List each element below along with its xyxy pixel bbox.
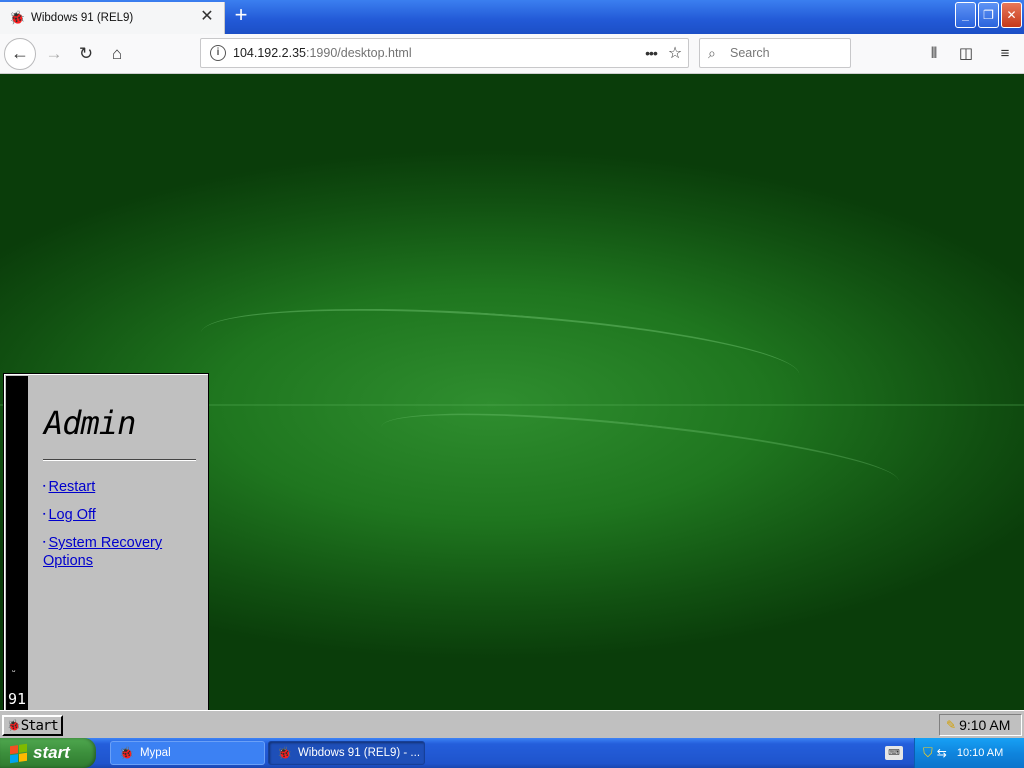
restart-link[interactable]: ▪ Restart — [43, 478, 193, 496]
minimize-button[interactable]: _ — [955, 2, 976, 28]
pencil-icon[interactable]: ✎ — [946, 718, 956, 732]
wibdows-taskbar: 🐞 Start ✎ 9:10 AM — [0, 710, 1024, 738]
url-path: :1990/desktop.html — [306, 46, 412, 60]
url-text[interactable]: 104.192.2.35:1990/desktop.html — [233, 46, 640, 60]
taskbar-item-wibdows[interactable]: 🐞 Wibdows 91 (REL9) - ... — [268, 741, 425, 765]
wibdows-clock: 9:10 AM — [959, 717, 1011, 733]
tab-title: Wibdows 91 (REL9) — [31, 12, 134, 24]
search-input[interactable] — [730, 46, 840, 60]
xp-clock: 10:10 AM — [956, 747, 1004, 759]
start-menu: ᵕ 91 Admin ▪ Restart ▪ Log Off ▪ System Rec… — [3, 373, 209, 713]
bullet-icon: ▪ — [43, 539, 46, 546]
keyboard-icon[interactable]: ⌨ — [885, 746, 903, 760]
wallpaper-swoosh — [197, 293, 803, 415]
security-shield-icon[interactable]: ⛉ — [923, 745, 933, 761]
flag-square — [19, 752, 27, 762]
browser-titlebar: 🐞 Wibdows 91 (REL9) ✕ + _ ❐ ✕ — [0, 0, 1024, 34]
search-box[interactable]: ⌕ — [699, 38, 851, 68]
xp-start-label: start — [33, 743, 70, 762]
wibdows-logo-icon: 🐞 — [7, 719, 21, 732]
close-window-button[interactable]: ✕ — [1001, 2, 1022, 28]
windows-flag-icon — [10, 743, 27, 763]
xp-system-tray: ⛉ ⇆ 10:10 AM — [914, 738, 1024, 768]
forward-button[interactable]: → — [42, 42, 66, 66]
library-icon[interactable]: ⫴ — [922, 42, 946, 66]
new-tab-button[interactable]: + — [230, 4, 252, 28]
log-off-link[interactable]: ▪ Log Off — [43, 506, 193, 524]
close-tab-icon[interactable]: ✕ — [199, 9, 215, 26]
wibdows-system-tray: ✎ 9:10 AM — [939, 714, 1022, 736]
wibdows-start-button[interactable]: 🐞 Start — [2, 715, 63, 736]
bullet-icon: ▪ — [43, 511, 46, 518]
url-host: 104.192.2.35 — [233, 46, 306, 60]
wibdows-start-label: Start — [20, 717, 59, 734]
stripe-label: 91 — [8, 690, 27, 708]
menu-icon[interactable]: ≡ — [993, 42, 1017, 66]
system-recovery-options-link[interactable]: ▪ System Recovery Options — [43, 534, 193, 570]
start-menu-stripe: ᵕ 91 — [6, 376, 28, 710]
taskbar-item-mypal[interactable]: 🐞 Mypal — [110, 741, 265, 765]
stripe-glyph: ᵕ — [12, 666, 16, 676]
restore-button[interactable]: ❐ — [978, 2, 999, 28]
system-recovery-options-label: System Recovery Options — [43, 535, 163, 569]
window-controls: _ ❐ ✕ — [955, 2, 1022, 28]
flag-square — [10, 744, 18, 754]
start-menu-user-title: Admin — [44, 404, 136, 442]
back-button[interactable]: ← — [4, 38, 36, 70]
bookmark-star-icon[interactable]: ☆ — [662, 43, 688, 63]
url-bar[interactable]: i 104.192.2.35:1990/desktop.html ••• ☆ — [200, 38, 689, 68]
wibdows-icon: 🐞 — [9, 10, 26, 25]
sidebar-icon[interactable]: ◫ — [954, 42, 978, 66]
xp-start-button[interactable]: start — [0, 738, 96, 768]
navigation-toolbar: ← → ↻ ⌂ i 104.192.2.35:1990/desktop.html… — [0, 34, 1024, 74]
search-icon: ⌕ — [708, 44, 716, 61]
mypal-icon: 🐞 — [277, 746, 292, 760]
taskbar-item-label: Wibdows 91 (REL9) - ... — [297, 747, 421, 759]
taskbar-item-label: Mypal — [139, 747, 171, 759]
wallpaper-swoosh — [378, 396, 902, 512]
network-icon[interactable]: ⇆ — [937, 746, 947, 760]
bullet-icon: ▪ — [43, 483, 46, 490]
info-icon[interactable]: i — [210, 45, 226, 61]
xp-taskbar: start 🐞 Mypal 🐞 Wibdows 91 (REL9) - ... … — [0, 738, 1024, 768]
home-button[interactable]: ⌂ — [105, 42, 129, 66]
browser-tab[interactable]: 🐞 Wibdows 91 (REL9) ✕ — [0, 2, 225, 34]
mypal-icon: 🐞 — [119, 746, 134, 760]
page-actions-icon[interactable]: ••• — [640, 45, 662, 61]
restart-label: Restart — [48, 479, 96, 495]
start-menu-divider — [43, 459, 196, 460]
flag-square — [19, 743, 27, 753]
flag-square — [10, 753, 18, 763]
reload-button[interactable]: ↻ — [74, 42, 98, 66]
log-off-label: Log Off — [48, 507, 96, 523]
